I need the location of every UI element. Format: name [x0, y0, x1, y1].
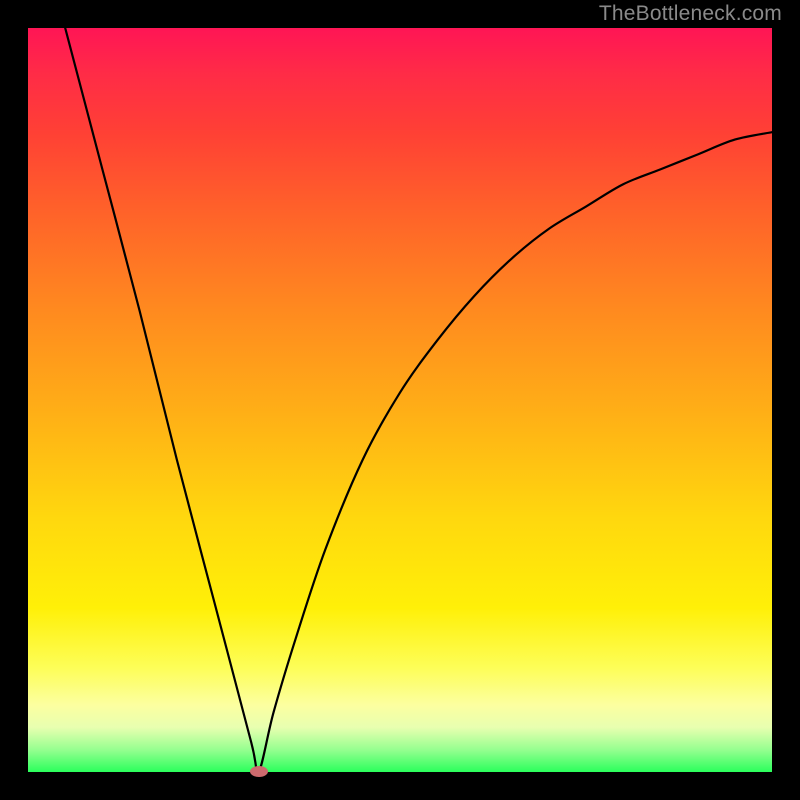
watermark-text: TheBottleneck.com [599, 2, 782, 26]
chart-frame: TheBottleneck.com [0, 0, 800, 800]
plot-area [28, 28, 772, 772]
minimum-marker [250, 766, 268, 777]
bottleneck-curve [28, 28, 772, 772]
